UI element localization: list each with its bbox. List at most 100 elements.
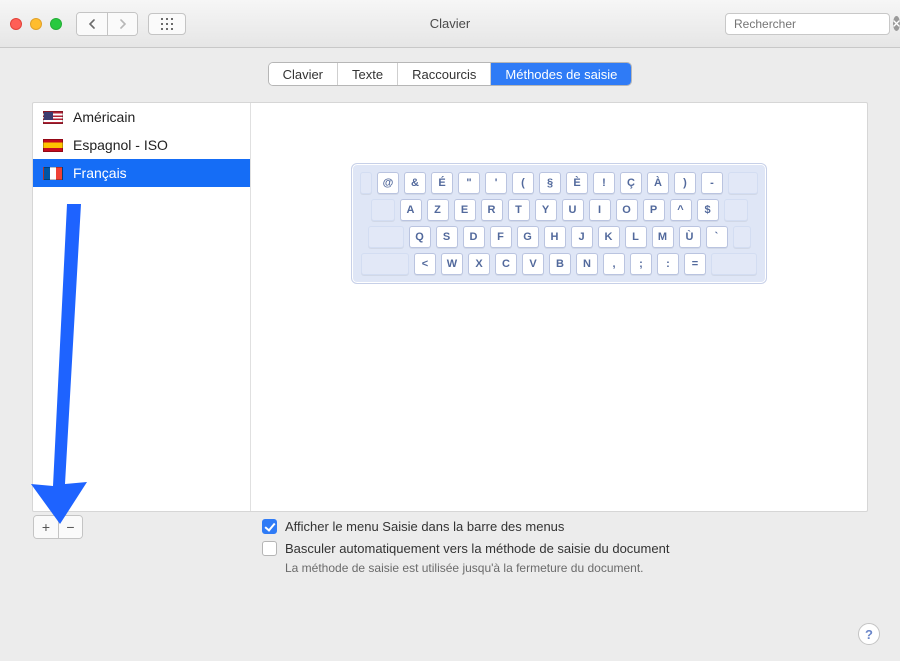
nav-segment xyxy=(76,12,138,36)
key: S xyxy=(436,226,458,248)
key: À xyxy=(647,172,669,194)
close-icon xyxy=(893,20,900,27)
show-input-menu-checkbox[interactable] xyxy=(262,519,277,534)
key: L xyxy=(625,226,647,248)
key: $ xyxy=(697,199,719,221)
show-input-menu-label: Afficher le menu Saisie dans la barre de… xyxy=(285,519,564,534)
search-field[interactable] xyxy=(725,13,890,35)
key: § xyxy=(539,172,561,194)
grid-icon xyxy=(160,17,174,31)
key: Ç xyxy=(620,172,642,194)
tab-m-thodes-de-saisie[interactable]: Méthodes de saisie xyxy=(490,63,631,85)
key: H xyxy=(544,226,566,248)
keyboard-row: @&É"'(§È!ÇÀ)- xyxy=(360,172,758,194)
input-sources-sidebar: Américain Espagnol - ISO Français xyxy=(33,103,251,511)
tab-bar: ClavierTexteRaccourcisMéthodes de saisie xyxy=(0,62,900,86)
key: ! xyxy=(593,172,615,194)
key: & xyxy=(404,172,426,194)
tab-clavier[interactable]: Clavier xyxy=(269,63,337,85)
zoom-window-button[interactable] xyxy=(50,18,62,30)
key: M xyxy=(652,226,674,248)
key: Z xyxy=(427,199,449,221)
key: ) xyxy=(674,172,696,194)
source-item-label: Américain xyxy=(73,109,135,125)
close-window-button[interactable] xyxy=(10,18,22,30)
input-sources-list[interactable]: Américain Espagnol - ISO Français xyxy=(33,103,250,511)
keyboard-row: AZERTYUIOP^$ xyxy=(360,199,758,221)
key-blank xyxy=(371,199,395,221)
key: É xyxy=(431,172,453,194)
key: = xyxy=(684,253,706,275)
clear-search-button[interactable] xyxy=(893,16,900,31)
tab-raccourcis[interactable]: Raccourcis xyxy=(397,63,490,85)
flag-icon xyxy=(43,139,63,152)
key: J xyxy=(571,226,593,248)
key: ' xyxy=(485,172,507,194)
keyboard-row: <WXCVBN,;:= xyxy=(360,253,758,275)
source-item-label: Espagnol - ISO xyxy=(73,137,168,153)
titlebar: Clavier xyxy=(0,0,900,48)
key: T xyxy=(508,199,530,221)
chevron-right-icon xyxy=(119,19,127,29)
source-item-us[interactable]: Américain xyxy=(33,103,250,131)
remove-source-button[interactable]: − xyxy=(58,516,82,538)
key-blank xyxy=(360,172,372,194)
auto-switch-row: Basculer automatiquement vers la méthode… xyxy=(262,537,868,559)
key: A xyxy=(400,199,422,221)
key: ( xyxy=(512,172,534,194)
flag-icon xyxy=(43,167,63,180)
key-blank xyxy=(724,199,748,221)
auto-switch-label: Basculer automatiquement vers la méthode… xyxy=(285,541,669,556)
show-all-button[interactable] xyxy=(148,13,186,35)
source-item-es[interactable]: Espagnol - ISO xyxy=(33,131,250,159)
key: R xyxy=(481,199,503,221)
key: O xyxy=(616,199,638,221)
auto-switch-hint: La méthode de saisie est utilisée jusqu'… xyxy=(285,561,868,575)
key: K xyxy=(598,226,620,248)
source-item-fr[interactable]: Français xyxy=(33,159,250,187)
key: Q xyxy=(409,226,431,248)
window-controls xyxy=(10,18,62,30)
show-input-menu-row: Afficher le menu Saisie dans la barre de… xyxy=(262,515,868,537)
keyboard-row: QSDFGHJKLMÙ` xyxy=(360,226,758,248)
key: V xyxy=(522,253,544,275)
key-blank xyxy=(728,172,758,194)
key: ; xyxy=(630,253,652,275)
key: < xyxy=(414,253,436,275)
search-input[interactable] xyxy=(734,17,889,31)
key: : xyxy=(657,253,679,275)
tabs-segment: ClavierTexteRaccourcisMéthodes de saisie xyxy=(268,62,633,86)
add-source-button[interactable]: + xyxy=(34,516,58,538)
key: - xyxy=(701,172,723,194)
key: W xyxy=(441,253,463,275)
key: " xyxy=(458,172,480,194)
source-item-label: Français xyxy=(73,165,127,181)
nav-forward-button[interactable] xyxy=(107,13,137,35)
key-blank xyxy=(733,226,751,248)
flag-icon xyxy=(43,111,63,124)
key: B xyxy=(549,253,571,275)
add-remove-segment: + − xyxy=(33,515,83,539)
key: È xyxy=(566,172,588,194)
key: D xyxy=(463,226,485,248)
key: @ xyxy=(377,172,399,194)
key: ` xyxy=(706,226,728,248)
key-blank xyxy=(711,253,757,275)
key: ^ xyxy=(670,199,692,221)
chevron-left-icon xyxy=(88,19,96,29)
key: N xyxy=(576,253,598,275)
key: Ù xyxy=(679,226,701,248)
help-button[interactable]: ? xyxy=(858,623,880,645)
key-blank xyxy=(361,253,409,275)
nav-back-button[interactable] xyxy=(77,13,107,35)
key-blank xyxy=(368,226,404,248)
key: , xyxy=(603,253,625,275)
minimize-window-button[interactable] xyxy=(30,18,42,30)
key: F xyxy=(490,226,512,248)
auto-switch-checkbox[interactable] xyxy=(262,541,277,556)
tab-texte[interactable]: Texte xyxy=(337,63,397,85)
key: I xyxy=(589,199,611,221)
preferences-window: Clavier ClavierTexteRaccourcisMéthodes d… xyxy=(0,0,900,661)
keyboard-preview: @&É"'(§È!ÇÀ)- AZERTYUIOP^$ QSDFGHJKLMÙ` <WX… xyxy=(251,103,867,511)
key: C xyxy=(495,253,517,275)
